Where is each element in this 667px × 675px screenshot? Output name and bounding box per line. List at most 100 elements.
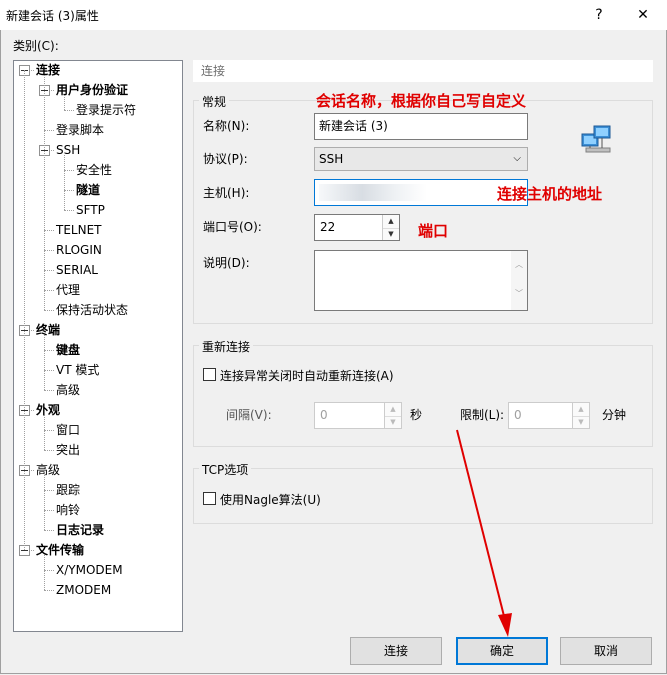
scroll-down-icon: ﹀ xyxy=(515,289,523,298)
limit-spinner[interactable]: 0 ▲ ▼ xyxy=(508,402,590,429)
protocol-value: SSH xyxy=(319,152,344,166)
tree-connector xyxy=(44,490,54,491)
port-spin-buttons: ▲ ▼ xyxy=(382,215,399,240)
tree-item[interactable]: 隧道 xyxy=(76,181,100,199)
host-annotation: 连接主机的地址 xyxy=(497,185,603,203)
spin-down-icon[interactable]: ▼ xyxy=(385,416,401,429)
tree-item[interactable]: 高级 xyxy=(56,381,80,399)
name-label: 名称(N): xyxy=(203,119,250,133)
tree-item[interactable]: 终端 xyxy=(36,321,60,339)
tree-item[interactable]: SSH xyxy=(56,141,80,159)
tree-item[interactable]: 外观 xyxy=(36,401,60,419)
tree-connector xyxy=(44,390,54,391)
category-label: 类别(C): xyxy=(13,39,59,53)
host-input[interactable] xyxy=(314,179,528,206)
tree-item[interactable]: 代理 xyxy=(56,281,80,299)
spin-up-icon[interactable]: ▲ xyxy=(383,215,399,229)
port-value: 22 xyxy=(320,220,336,234)
section-header: 连接 xyxy=(193,60,653,82)
host-label: 主机(H): xyxy=(203,186,250,200)
limit-label: 限制(L): xyxy=(460,408,505,422)
interval-spin-buttons: ▲ ▼ xyxy=(384,403,401,428)
tree-connector xyxy=(44,230,54,231)
port-label: 端口号(O): xyxy=(203,220,262,234)
tree-connector xyxy=(64,170,74,171)
tree-item[interactable]: 跟踪 xyxy=(56,481,80,499)
tree-guide xyxy=(44,415,45,450)
tree-item[interactable]: VT 模式 xyxy=(56,361,99,379)
limit-unit: 分钟 xyxy=(602,408,627,422)
nagle-label[interactable]: 使用Nagle算法(U) xyxy=(220,491,321,508)
tree-connector xyxy=(64,190,74,191)
tree-item[interactable]: 保持活动状态 xyxy=(56,301,128,319)
tree-item[interactable]: 登录脚本 xyxy=(56,121,104,139)
tree-connector xyxy=(44,530,54,531)
tree-item[interactable]: 响铃 xyxy=(56,501,80,519)
tree-connector xyxy=(44,290,54,291)
description-scrollbar[interactable]: ︿ ﹀ xyxy=(511,251,527,310)
help-button[interactable]: ? xyxy=(576,0,622,30)
tree-item[interactable]: 突出 xyxy=(56,441,80,459)
tree-guide xyxy=(24,70,25,550)
interval-unit: 秒 xyxy=(410,408,423,422)
tree-connector xyxy=(44,350,54,351)
protocol-label: 协议(P): xyxy=(203,152,248,166)
tree-connector xyxy=(44,450,54,451)
tree-item[interactable]: 日志记录 xyxy=(56,521,104,539)
interval-spinner[interactable]: 0 ▲ ▼ xyxy=(314,402,402,429)
tree-connector xyxy=(44,430,54,431)
tree-item[interactable]: 登录提示符 xyxy=(76,101,136,119)
tree-item[interactable]: 安全性 xyxy=(76,161,112,179)
category-tree[interactable]: 连接用户身份验证登录提示符登录脚本 SSH 安全性隧道 SFTP TELNET RLOGI… xyxy=(13,60,183,632)
port-spinner[interactable]: 22 ▲ ▼ xyxy=(314,214,400,241)
tree-item[interactable]: 连接 xyxy=(36,61,60,79)
tree-item[interactable]: 窗口 xyxy=(56,421,80,439)
tree-item[interactable]: X/YMODEM xyxy=(56,561,123,579)
tree-connector xyxy=(64,110,74,111)
tree-connector xyxy=(44,130,54,131)
protocol-select[interactable]: SSH ⌵ xyxy=(314,147,528,171)
desc-label: 说明(D): xyxy=(203,256,250,270)
tree-item[interactable]: TELNET xyxy=(56,221,102,239)
limit-value: 0 xyxy=(514,408,522,422)
scroll-up-icon: ︿ xyxy=(515,260,523,269)
spin-down-icon[interactable]: ▼ xyxy=(383,228,399,241)
auto-reconnect-label[interactable]: 连接异常关闭时自动重新连接(A) xyxy=(220,367,394,384)
tree-item[interactable]: SFTP xyxy=(76,201,105,219)
tree-connector xyxy=(64,210,74,211)
network-computers-icon xyxy=(581,125,611,153)
general-group-title: 常规 xyxy=(199,93,230,110)
tree-connector xyxy=(44,270,54,271)
tree-connector xyxy=(44,510,54,511)
tree-guide xyxy=(64,155,65,210)
spin-up-icon[interactable]: ▲ xyxy=(573,403,589,417)
spin-down-icon[interactable]: ▼ xyxy=(573,416,589,429)
name-annotation: 会话名称，根据你自己写自定义 xyxy=(316,92,527,110)
reconnect-group-title: 重新连接 xyxy=(199,338,254,355)
tree-item[interactable]: 用户身份验证 xyxy=(56,81,128,99)
interval-value: 0 xyxy=(320,408,328,422)
auto-reconnect-checkbox[interactable] xyxy=(203,368,216,381)
tree-item[interactable]: 高级 xyxy=(36,461,60,479)
chevron-down-icon: ⌵ xyxy=(513,153,521,164)
spin-up-icon[interactable]: ▲ xyxy=(385,403,401,417)
tree-guide xyxy=(64,95,65,110)
tree-item[interactable]: SERIAL xyxy=(56,261,98,279)
name-input[interactable]: 新建会话 (3) xyxy=(314,113,528,140)
tree-item[interactable]: ZMODEM xyxy=(56,581,111,599)
description-textarea[interactable]: ︿ ﹀ xyxy=(314,250,528,311)
connect-button[interactable]: 连接 xyxy=(350,637,442,665)
redacted-host xyxy=(319,184,427,201)
close-button[interactable]: ✕ xyxy=(620,0,666,30)
ok-button[interactable]: 确定 xyxy=(456,637,548,665)
tree-item[interactable]: 键盘 xyxy=(56,341,80,359)
cancel-button[interactable]: 取消 xyxy=(560,637,652,665)
tree-guide xyxy=(44,475,45,530)
tree-guide xyxy=(44,75,45,310)
tree-guide xyxy=(44,555,45,590)
window-title: 新建会话 (3)属性 xyxy=(6,9,99,23)
tree-guide xyxy=(44,335,45,390)
tree-item[interactable]: RLOGIN xyxy=(56,241,102,259)
limit-spin-buttons: ▲ ▼ xyxy=(572,403,589,428)
nagle-checkbox[interactable] xyxy=(203,492,216,505)
